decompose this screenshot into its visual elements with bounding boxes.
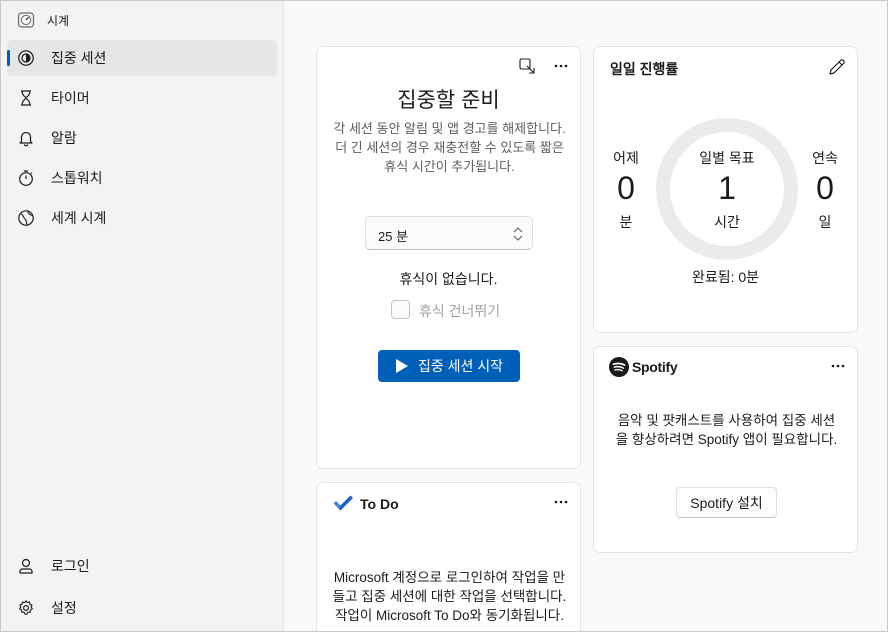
more-icon (554, 500, 568, 504)
sidebar-item-timer[interactable]: 타이머 (7, 80, 277, 116)
more-icon (554, 64, 568, 68)
start-focus-button[interactable]: 집중 세션 시작 (378, 350, 520, 382)
sidebar-item-sign-in[interactable]: 로그인 (7, 548, 277, 584)
sidebar-item-label: 스톱워치 (51, 170, 103, 186)
daily-progress-card: 일일 진행률 어제 0 분 일별 목표 1 시간 연속 0 일 완료됨: 0분 (593, 46, 858, 333)
yesterday-unit: 분 (619, 214, 633, 230)
duration-value: 25 분 (378, 229, 409, 244)
skip-break-label: 휴식 건너뛰기 (419, 303, 501, 319)
streak-unit: 일 (818, 214, 832, 230)
todo-description: Microsoft 계정으로 로그인하여 작업을 만들고 집중 세션에 대한 작… (332, 570, 567, 623)
clock-app-icon (17, 12, 35, 28)
spotify-logo-text: Spotify (632, 359, 678, 375)
more-icon (831, 364, 845, 368)
sidebar-item-label: 타이머 (51, 90, 90, 106)
person-icon (19, 558, 33, 574)
sidebar: 집중 세션 타이머 알람 스톱워치 세계 시계 로그인 설정 (1, 37, 283, 631)
no-break-text: 휴식이 없습니다. (399, 271, 498, 287)
spotify-description: 음악 및 팟캐스트를 사용하여 집중 세션을 향상하려면 Spotify 앱이 … (615, 413, 838, 447)
edit-icon[interactable] (827, 57, 847, 77)
todo-more-button[interactable] (547, 490, 575, 514)
main-content: 집중할 준비 각 세션 동안 알림 및 앱 경고를 해제합니다. 더 긴 세션의… (283, 1, 887, 631)
compact-overlay-button[interactable] (513, 54, 541, 78)
app-title: 시계 (47, 14, 70, 28)
yesterday-label: 어제 (613, 150, 639, 166)
todo-card: To Do Microsoft 계정으로 로그인하여 작업을 만들고 집중 세션… (316, 482, 581, 631)
sidebar-item-label: 로그인 (51, 558, 90, 574)
sidebar-item-settings[interactable]: 설정 (7, 590, 277, 626)
focus-more-button[interactable] (547, 54, 575, 78)
progress-title: 일일 진행률 (610, 61, 679, 77)
sidebar-item-world-clock[interactable]: 세계 시계 (7, 200, 277, 236)
focus-icon (18, 50, 34, 66)
streak-value: 0 (816, 170, 834, 206)
up-down-chevron-icon (513, 227, 523, 241)
sidebar-item-label: 설정 (51, 600, 77, 616)
focus-session-card: 집중할 준비 각 세션 동안 알림 및 앱 경고를 해제합니다. 더 긴 세션의… (316, 46, 581, 469)
sidebar-item-focus-session[interactable]: 집중 세션 (7, 40, 277, 76)
spotify-logo: Spotify (609, 355, 678, 379)
sidebar-item-stopwatch[interactable]: 스톱워치 (7, 160, 277, 196)
globe-icon (18, 210, 34, 226)
completed-text: 완료됨: 0분 (691, 269, 760, 285)
streak-label: 연속 (812, 150, 838, 166)
compact-overlay-icon (519, 58, 535, 74)
sidebar-item-label: 집중 세션 (51, 50, 107, 66)
sidebar-item-label: 세계 시계 (51, 210, 107, 226)
clock-window: 시계 집중 세션 타이머 알람 스톱워치 세계 시계 로그인 설정 집중할 준비… (0, 0, 888, 632)
focus-title: 집중할 준비 (397, 89, 500, 112)
spotify-icon (609, 357, 629, 377)
gear-icon (19, 600, 33, 615)
selected-indicator (7, 50, 10, 66)
spotify-card: Spotify 음악 및 팟캐스트를 사용하여 집중 세션을 향상하려면 Spo… (593, 346, 858, 553)
sidebar-item-alarm[interactable]: 알람 (7, 120, 277, 156)
yesterday-value: 0 (617, 170, 635, 206)
duration-spinner[interactable]: 25 분 (365, 216, 533, 250)
daily-goal-unit: 시간 (714, 214, 740, 230)
daily-goal-value: 1 (718, 170, 736, 206)
focus-description: 각 세션 동안 알림 및 앱 경고를 해제합니다. 더 긴 세션의 경우 재충전… (333, 121, 566, 174)
stopwatch-icon (19, 170, 33, 186)
start-focus-label: 집중 세션 시작 (417, 358, 504, 374)
hourglass-icon (21, 90, 31, 106)
daily-goal-label: 일별 목표 (699, 150, 755, 166)
play-icon (395, 359, 408, 373)
todo-check-icon (333, 495, 353, 511)
bell-icon (19, 131, 33, 147)
spotify-more-button[interactable] (824, 354, 852, 378)
sidebar-item-label: 알람 (51, 130, 77, 146)
todo-title: To Do (360, 496, 399, 512)
skip-break-checkbox[interactable] (391, 300, 410, 319)
install-spotify-button[interactable]: Spotify 설치 (676, 487, 777, 518)
